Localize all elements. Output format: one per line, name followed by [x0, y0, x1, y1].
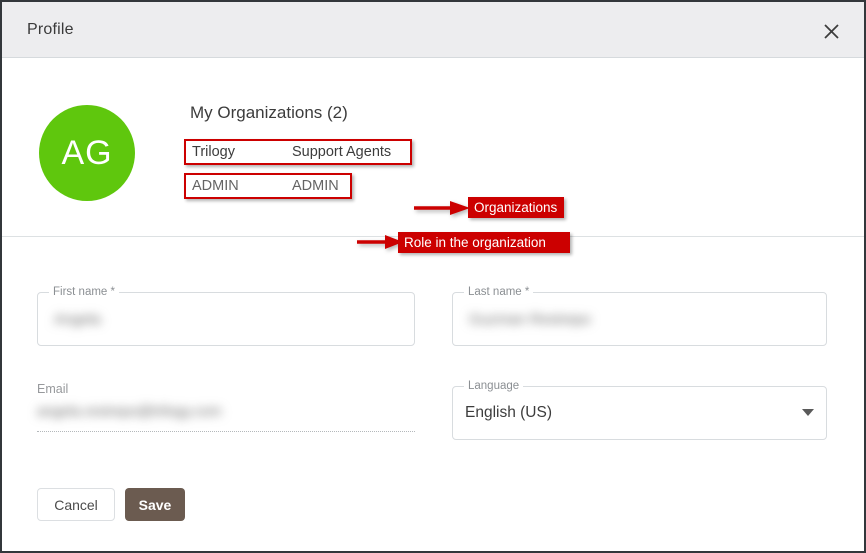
organization-role-1: ADMIN [192, 178, 239, 194]
chevron-down-icon[interactable] [802, 409, 814, 417]
avatar-initials: AG [61, 133, 113, 172]
last-name-value: Guzman Restrepo [469, 311, 591, 328]
annotation-badge-organizations: Organizations [468, 197, 564, 218]
page-title: Profile [27, 21, 74, 38]
last-name-label: Last name * [464, 286, 534, 299]
avatar: AG [39, 105, 135, 201]
email-value: angela.restrepo@trilogy.com [37, 404, 222, 420]
organizations-roles-row: ADMIN ADMIN [184, 173, 352, 199]
email-label: Email [37, 382, 69, 396]
language-select[interactable]: Language English (US) [452, 380, 827, 440]
organizations-heading: My Organizations (2) [190, 103, 348, 122]
last-name-field[interactable]: Last name * Guzman Restrepo [452, 286, 827, 346]
organization-name-1: Trilogy [192, 144, 235, 160]
organization-name-2: Support Agents [292, 144, 392, 160]
organizations-section: AG My Organizations (2) Trilogy Support … [2, 59, 864, 253]
organization-role-2: ADMIN [292, 178, 339, 194]
profile-form: First name * Angela Last name * Guzman R… [2, 238, 864, 551]
first-name-value: Angela [54, 311, 101, 328]
profile-dialog: Profile AG My Organizations (2) Trilogy … [0, 0, 866, 553]
cancel-button[interactable]: Cancel [37, 488, 115, 521]
first-name-field[interactable]: First name * Angela [37, 286, 415, 346]
first-name-label: First name * [49, 286, 119, 299]
organizations-names-row: Trilogy Support Agents [184, 139, 412, 165]
save-button[interactable]: Save [125, 488, 185, 521]
close-icon[interactable] [814, 14, 848, 48]
language-value: English (US) [465, 404, 552, 421]
dialog-header: Profile [2, 2, 864, 58]
email-field: Email angela.restrepo@trilogy.com [37, 378, 415, 432]
right-arrow-icon [414, 201, 472, 215]
language-label: Language [464, 380, 524, 393]
